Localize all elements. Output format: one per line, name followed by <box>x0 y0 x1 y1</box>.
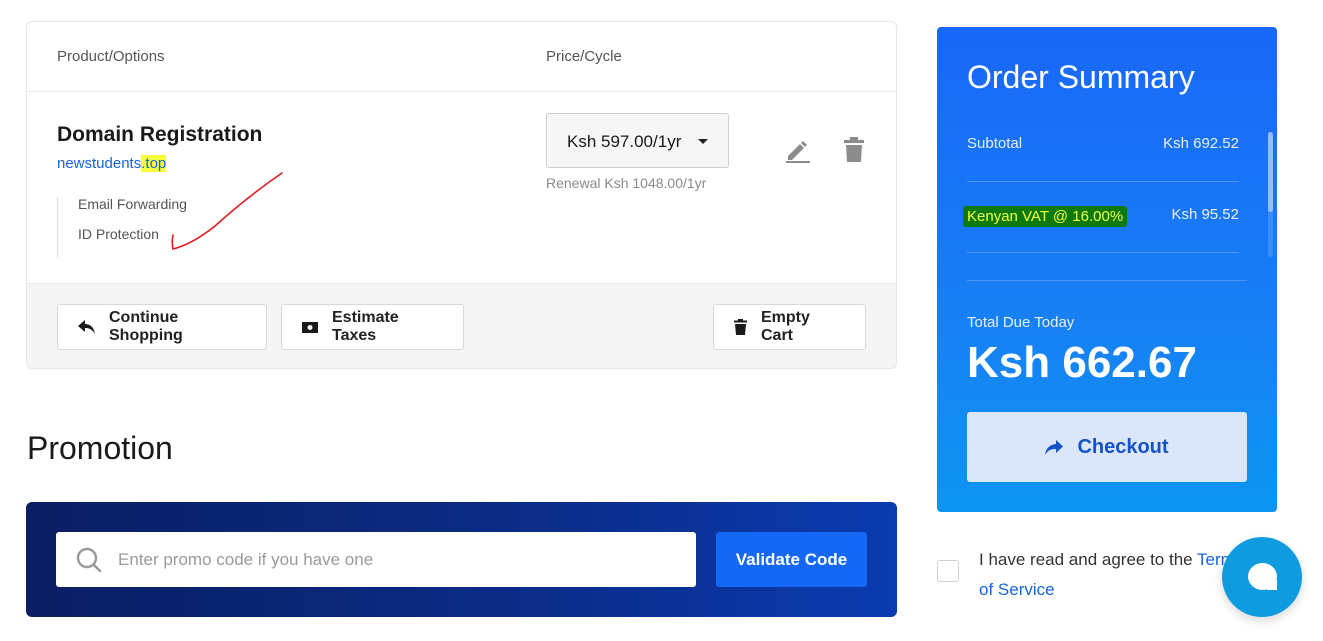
chat-widget-button[interactable] <box>1222 537 1302 617</box>
checkout-button[interactable]: Checkout <box>967 412 1247 482</box>
promotion-panel: Validate Code <box>26 502 897 617</box>
validate-code-button[interactable]: Validate Code <box>716 532 867 587</box>
domain-tld: .top <box>141 155 167 172</box>
terms-agreement: I have read and agree to the Terms of Se… <box>979 545 1259 605</box>
vat-value: Ksh 95.52 <box>1171 206 1239 223</box>
empty-cart-button[interactable]: Empty Cart <box>713 304 866 350</box>
domain-base: newstudents <box>57 155 142 172</box>
promo-code-input[interactable] <box>118 532 678 587</box>
total-due-label: Total Due Today <box>967 314 1075 331</box>
red-annotation-mark <box>171 172 283 250</box>
order-summary-panel: Order Summary Subtotal Ksh 692.52 Kenyan… <box>937 27 1277 512</box>
summary-scrollbar-thumb[interactable] <box>1268 132 1273 212</box>
trash-icon[interactable] <box>843 137 865 163</box>
price-cycle-dropdown[interactable]: Ksh 597.00/1yr <box>546 113 729 168</box>
cart-header: Product/Options Price/Cycle <box>27 22 896 92</box>
renewal-price: Renewal Ksh 1048.00/1yr <box>546 175 707 191</box>
share-arrow-icon <box>1045 439 1064 455</box>
cart-actions: Continue Shopping Estimate Taxes Empty C… <box>27 283 896 368</box>
reply-arrow-icon <box>78 320 95 334</box>
price-column-header: Price/Cycle <box>546 48 622 65</box>
summary-divider <box>967 181 1239 182</box>
terms-text: I have read and agree to the <box>979 550 1198 569</box>
chat-bubble-icon <box>1248 563 1277 590</box>
continue-shopping-label: Continue Shopping <box>109 309 183 344</box>
summary-lines: Subtotal Ksh 692.52 Kenyan VAT @ 16.00% … <box>963 127 1247 282</box>
summary-divider <box>967 252 1239 253</box>
caret-down-icon <box>698 139 708 144</box>
cart-item: Domain Registration newstudents.top Emai… <box>27 93 896 283</box>
continue-shopping-button[interactable]: Continue Shopping <box>57 304 267 350</box>
subtotal-label: Subtotal <box>967 135 1023 152</box>
estimate-taxes-label: Estimate Taxes <box>332 309 399 344</box>
promo-code-field[interactable] <box>56 532 696 587</box>
order-summary-title: Order Summary <box>967 59 1195 95</box>
cart-panel: Product/Options Price/Cycle Domain Regis… <box>26 21 897 369</box>
summary-divider <box>967 280 1247 281</box>
terms-checkbox[interactable] <box>937 560 959 582</box>
price-cycle-value: Ksh 597.00/1yr <box>567 132 682 151</box>
vat-label: Kenyan VAT @ 16.00% <box>963 206 1128 227</box>
total-due-value: Ksh 662.67 <box>967 338 1197 387</box>
pencil-icon[interactable] <box>785 137 811 163</box>
trash-icon <box>734 319 747 335</box>
money-bill-icon <box>302 321 318 333</box>
domain-name[interactable]: newstudents.top <box>57 155 167 172</box>
checkout-label: Checkout <box>1077 435 1169 458</box>
promotion-heading: Promotion <box>27 430 173 466</box>
search-icon <box>76 547 102 573</box>
product-title: Domain Registration <box>57 123 263 146</box>
estimate-taxes-button[interactable]: Estimate Taxes <box>281 304 464 350</box>
empty-cart-label: Empty Cart <box>761 309 810 344</box>
product-column-header: Product/Options <box>57 48 165 65</box>
subtotal-value: Ksh 692.52 <box>1163 135 1239 152</box>
